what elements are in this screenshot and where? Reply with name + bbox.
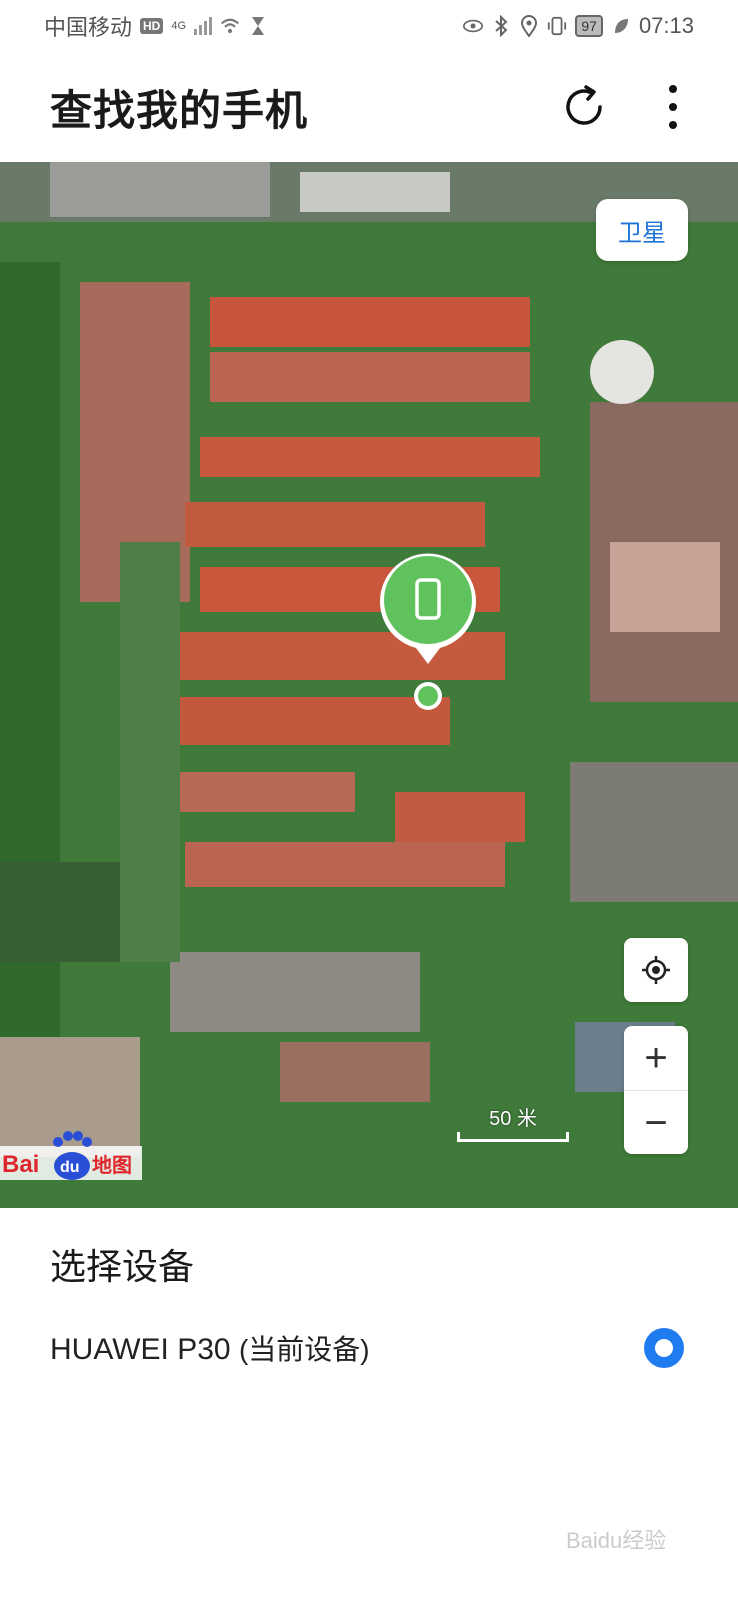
carrier-label: 中国移动 (44, 15, 133, 40)
page-title: 查找我的手机 (50, 86, 309, 134)
vibrate-icon (547, 15, 567, 37)
locate-icon (642, 956, 670, 984)
device-radio-selected[interactable] (644, 1328, 684, 1368)
zoom-in-button[interactable]: + (624, 1026, 688, 1091)
more-vertical-icon (669, 85, 677, 129)
device-name: HUAWEI P30 (50, 1333, 231, 1366)
eye-icon (463, 15, 484, 37)
map-view[interactable]: 卫星 + − 50 米 Bai du 地图 (0, 162, 738, 1208)
svg-text:Baidu经验: Baidu经验 (566, 1528, 666, 1553)
battery-indicator: 97 (575, 15, 603, 37)
status-bar: 中国移动 HD 4G 97 07:13 (0, 0, 738, 52)
refresh-button[interactable] (558, 81, 610, 133)
refresh-icon (566, 85, 602, 125)
wifi-icon (220, 15, 240, 37)
zoom-out-button[interactable]: − (624, 1091, 688, 1154)
watermark: Baidu经验 (566, 1516, 706, 1566)
hourglass-icon (248, 15, 268, 37)
scale-bar: 50 米 (455, 1102, 571, 1146)
device-name-wrap: HUAWEI P30 (当前设备) (50, 1328, 370, 1368)
scale-line (457, 1132, 569, 1142)
hd-badge: HD (140, 18, 164, 34)
more-options-button[interactable] (658, 81, 688, 133)
panel-title: 选择设备 (50, 1246, 195, 1287)
phone-marker-icon[interactable] (378, 552, 478, 712)
svg-text:Bai: Bai (2, 1151, 39, 1178)
locate-button[interactable] (624, 938, 688, 1002)
network-type: 4G (171, 20, 187, 32)
signal-icon (194, 17, 213, 35)
status-left: 中国移动 HD 4G (44, 10, 268, 42)
device-note: (当前设备) (238, 1334, 370, 1365)
zoom-controls: + − (624, 1026, 688, 1154)
baidu-map-logo: Bai du 地图 (0, 1131, 142, 1180)
bluetooth-icon (491, 15, 511, 37)
status-right: 97 07:13 (463, 13, 694, 39)
satellite-toggle-button[interactable]: 卫星 (596, 199, 688, 261)
app-header: 查找我的手机 (0, 52, 738, 162)
clock: 07:13 (638, 13, 694, 38)
location-icon (519, 15, 539, 37)
watermark-logo: Baidu经验 (566, 1528, 666, 1553)
device-row[interactable]: HUAWEI P30 (当前设备) (0, 1308, 738, 1388)
scale-label: 50 米 (489, 1108, 537, 1130)
svg-text:地图: 地图 (92, 1153, 132, 1177)
leaf-icon (611, 15, 631, 37)
svg-text:du: du (60, 1159, 80, 1176)
